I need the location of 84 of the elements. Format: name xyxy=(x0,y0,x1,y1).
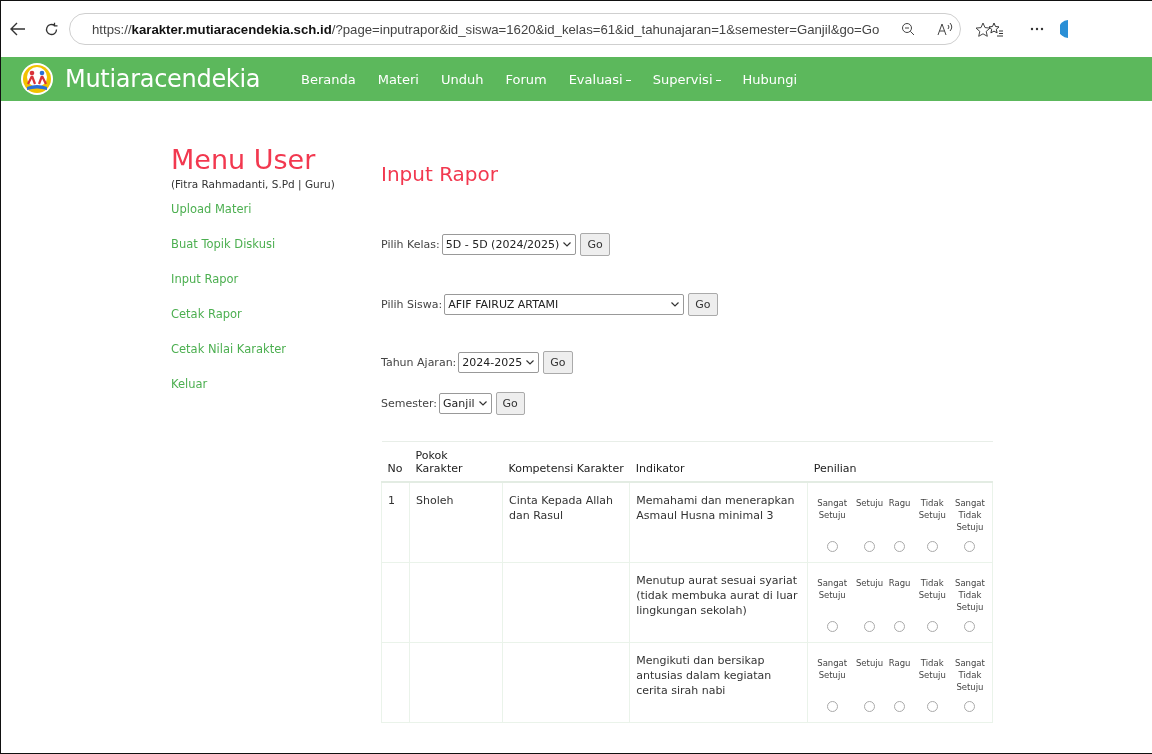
field-label: Pilih Kelas: xyxy=(381,238,440,251)
radio-button[interactable] xyxy=(864,540,875,552)
option-label: Tidak Setuju xyxy=(917,656,947,681)
nav-link[interactable]: Unduh xyxy=(440,71,484,87)
nav-link[interactable]: Beranda xyxy=(301,71,356,87)
radio-button[interactable] xyxy=(964,620,976,632)
select-field[interactable]: AFIF FAIRUZ ARTAMI xyxy=(444,294,685,315)
option-label: Ragu xyxy=(888,576,911,589)
table-cell: Sholeh xyxy=(416,493,454,507)
radio-button[interactable] xyxy=(926,540,938,552)
go-button[interactable]: Go xyxy=(543,351,573,374)
field-label: Pilih Siswa: xyxy=(381,298,443,311)
column-header: Pokok Karakter xyxy=(415,448,463,475)
option-label: Sangat Tidak Setuju xyxy=(954,656,986,693)
back-icon[interactable] xyxy=(10,22,26,36)
table-cell: Cinta Kepada Allah dan Rasul xyxy=(509,493,613,522)
nav-link[interactable]: Evaluasi xyxy=(568,71,631,87)
nav-link[interactable]: Forum xyxy=(505,71,547,87)
radio-button[interactable] xyxy=(964,700,976,712)
radio-button[interactable] xyxy=(894,540,906,552)
sidebar-link[interactable]: Cetak Nilai Karakter xyxy=(171,342,381,377)
brand-name[interactable]: Mutiaracendekia xyxy=(65,65,301,93)
field-label: Tahun Ajaran: xyxy=(381,356,457,369)
nav-link[interactable]: Supervisi xyxy=(652,71,721,87)
option-label: Sangat Tidak Setuju xyxy=(954,576,986,613)
option-label: Sangat Setuju xyxy=(816,656,849,681)
radio-button[interactable] xyxy=(926,700,938,712)
option-label: Setuju xyxy=(855,576,884,589)
column-header: Kompetensi Karakter xyxy=(508,461,624,475)
radio-button[interactable] xyxy=(964,540,976,552)
select-field[interactable]: Ganjil xyxy=(439,393,492,414)
sidebar-link[interactable]: Input Rapor xyxy=(171,272,381,307)
select-field[interactable]: 2024-2025 xyxy=(458,352,540,373)
go-button[interactable]: Go xyxy=(495,392,525,415)
sidebar-title: Menu User xyxy=(171,145,317,175)
favorites-icon[interactable] xyxy=(988,21,1004,37)
radio-button[interactable] xyxy=(894,700,906,712)
reload-icon[interactable] xyxy=(44,21,59,37)
sidebar-link[interactable]: Keluar xyxy=(171,377,381,412)
table-cell: Menutup aurat sesuai syariat (tidak membuka aurat di luar lingkungan sekolah) xyxy=(636,573,798,617)
extension-icon[interactable] xyxy=(1060,20,1068,38)
table-cell: Mengikuti dan bersikap antusias dalam kegiatan cerita sirah nabi xyxy=(636,653,772,697)
chevron-down-icon xyxy=(563,242,572,247)
go-button[interactable]: Go xyxy=(688,293,718,316)
page-title: Input Rapor xyxy=(381,162,499,186)
option-label: Tidak Setuju xyxy=(917,496,947,521)
sidebar-link[interactable]: Buat Topik Diskusi xyxy=(171,237,381,272)
read-aloud-icon[interactable] xyxy=(937,22,954,36)
radio-button[interactable] xyxy=(864,700,875,712)
radio-button[interactable] xyxy=(826,700,838,712)
radio-button[interactable] xyxy=(826,620,838,632)
nav-link[interactable]: Materi xyxy=(377,71,419,87)
user-info: (Fitra Rahmadanti, S.Pd | Guru) xyxy=(171,178,336,190)
option-label: Ragu xyxy=(888,656,911,669)
logo-icon[interactable] xyxy=(20,62,54,96)
zoom-out-icon[interactable] xyxy=(901,22,916,36)
option-label: Ragu xyxy=(888,496,911,509)
select-field[interactable]: 5D - 5D (2024/2025) xyxy=(441,234,577,255)
nav-link[interactable]: Hubungi xyxy=(742,71,798,87)
star-icon[interactable] xyxy=(975,21,992,37)
table-cell: Memahami dan menerapkan Asmaul Husna minimal 3 xyxy=(636,493,795,522)
table-cell: 1 xyxy=(388,493,395,507)
option-label: Sangat Setuju xyxy=(816,576,849,601)
option-label: Sangat Setuju xyxy=(816,496,849,521)
radio-button[interactable] xyxy=(894,620,906,632)
column-header: Indikator xyxy=(635,461,685,475)
more-icon[interactable] xyxy=(1030,27,1044,31)
option-label: Setuju xyxy=(855,496,884,509)
chevron-down-icon xyxy=(526,360,535,365)
column-header: No xyxy=(387,461,403,475)
radio-button[interactable] xyxy=(926,620,938,632)
column-header: Penilian xyxy=(813,461,857,475)
url-text: https://karakter.mutiaracendekia.sch.id/?page=inputrapor&id_siswa=1620&id_kelas=61&id_tahunajaran=1&semester=Ganjil&go=Go xyxy=(92,21,880,37)
option-label: Setuju xyxy=(855,656,884,669)
chevron-down-icon xyxy=(671,302,680,307)
radio-button[interactable] xyxy=(864,620,875,632)
option-label: Sangat Tidak Setuju xyxy=(954,496,986,533)
sidebar-link[interactable]: Cetak Rapor xyxy=(171,307,381,342)
field-label: Semester: xyxy=(381,397,438,410)
chevron-down-icon xyxy=(478,401,487,406)
go-button[interactable]: Go xyxy=(580,233,610,256)
sidebar-link[interactable]: Upload Materi xyxy=(171,202,381,237)
radio-button[interactable] xyxy=(826,540,838,552)
option-label: Tidak Setuju xyxy=(917,576,947,601)
